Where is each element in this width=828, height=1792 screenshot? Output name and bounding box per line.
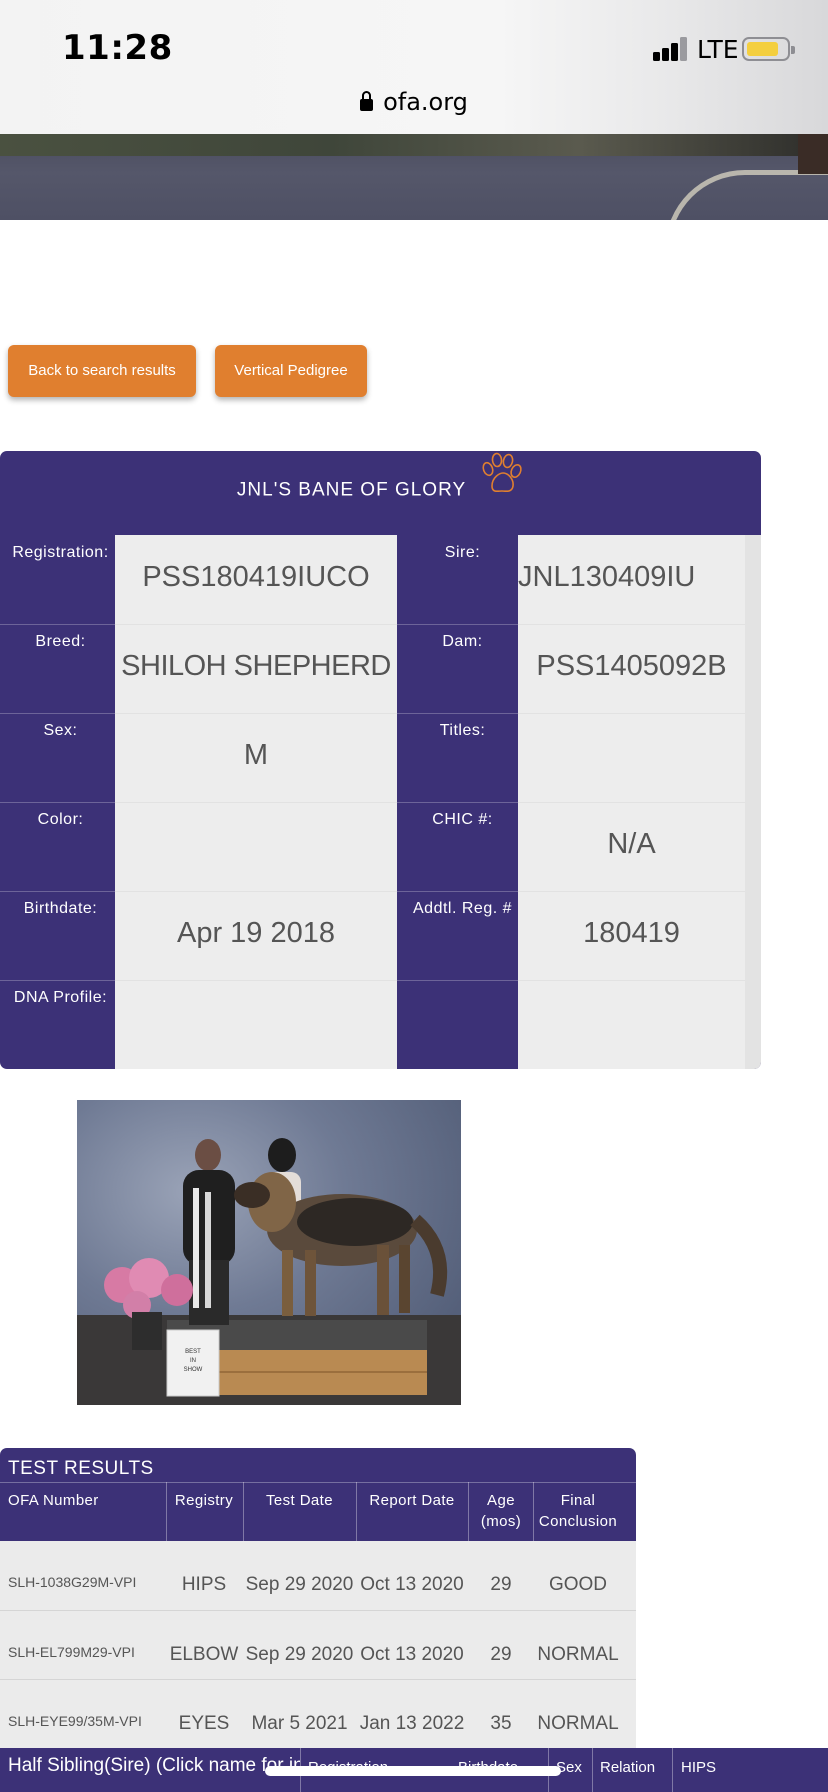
chic-label: CHIC #: [432, 811, 493, 828]
registration-label: Registration: [12, 544, 109, 561]
birthdate-label: Birthdate: [23, 900, 98, 917]
col-test-date: Test Date [266, 1492, 333, 1509]
dog-info-card: JNL'S BANE OF GLORY Registration: Breed:… [0, 451, 761, 1069]
back-to-search-button[interactable]: Back to search results [8, 345, 196, 397]
lock-icon [360, 91, 374, 111]
dna-profile-label: DNA Profile: [13, 989, 108, 1006]
conclusion-cell: NORMAL [537, 1713, 619, 1734]
addtl-reg-value: 180419 [583, 917, 680, 949]
dam-link[interactable]: PSS1405092B [518, 650, 745, 683]
conclusion-cell: GOOD [548, 1574, 608, 1595]
age-cell: 29 [490, 1574, 512, 1595]
sire-link[interactable]: JNL130409IU [518, 561, 695, 594]
ofa-number-link[interactable]: SLH-EYE99/35M-VPI [8, 1713, 142, 1729]
status-time: 11:28 [62, 28, 173, 68]
test-results-table: TEST RESULTS OFA Number Registry Test Da… [0, 1448, 636, 1759]
col-report-date: Report Date [369, 1492, 455, 1509]
sire-label: Sire: [444, 544, 481, 561]
vertical-pedigree-button[interactable]: Vertical Pedigree [215, 345, 367, 397]
dog-photo: BEST IN SHOW [77, 1100, 461, 1405]
dog-name-header: JNL'S BANE OF GLORY [0, 451, 761, 535]
report-date-cell: Jan 13 2022 [359, 1713, 465, 1734]
color-label: Color: [37, 811, 84, 828]
svg-text:IN: IN [190, 1358, 196, 1364]
age-cell: 35 [490, 1713, 512, 1734]
registration-value: PSS180419IUCO [142, 561, 370, 593]
dam-label: Dam: [442, 633, 483, 650]
registry-cell: HIPS [181, 1574, 227, 1595]
report-date-cell: Oct 13 2020 [360, 1574, 464, 1595]
col-age: Age (mos) [480, 1492, 522, 1530]
address-bar[interactable]: ofa.org [0, 88, 828, 116]
col-final-conclusion: Final Conclusion [538, 1492, 618, 1530]
test-results-title: TEST RESULTS [8, 1458, 154, 1479]
test-date-cell: Mar 5 2021 [251, 1713, 348, 1734]
sib-col-relation: Relation [600, 1759, 656, 1776]
paw-icon [478, 451, 524, 530]
sex-value: M [243, 739, 269, 771]
dog-name: JNL'S BANE OF GLORY [236, 479, 466, 501]
battery-icon [742, 37, 795, 61]
breed-value: SHILOH SHEPHERD [121, 650, 391, 682]
svg-text:SHOW: SHOW [184, 1367, 203, 1373]
report-date-cell: Oct 13 2020 [360, 1644, 464, 1665]
signal-icon [653, 37, 687, 61]
conclusion-cell: NORMAL [537, 1644, 619, 1665]
ofa-number-link[interactable]: SLH-EL799M29-VPI [8, 1644, 135, 1660]
sib-col-hips: HIPS [681, 1759, 717, 1776]
test-results-header: TEST RESULTS OFA Number Registry Test Da… [0, 1448, 636, 1541]
age-cell: 29 [490, 1644, 512, 1665]
header-banner-image [0, 134, 828, 220]
breed-label: Breed: [35, 633, 86, 650]
home-indicator[interactable] [265, 1766, 561, 1776]
ofa-number-link[interactable]: SLH-1038G29M-VPI [8, 1574, 136, 1590]
addtl-reg-label: Addtl. Reg. # [413, 900, 512, 917]
browser-chrome: 11:28 LTE ofa.org [0, 0, 828, 134]
col-registry: Registry [174, 1492, 234, 1509]
network-label: LTE [697, 35, 739, 64]
registry-cell: ELBOW [169, 1644, 239, 1665]
birthdate-value: Apr 19 2018 [176, 917, 335, 949]
chic-value: N/A [607, 828, 656, 860]
titles-label: Titles: [439, 722, 486, 739]
test-date-cell: Sep 29 2020 [245, 1644, 354, 1665]
test-date-cell: Sep 29 2020 [245, 1574, 354, 1595]
registry-cell: EYES [178, 1713, 230, 1734]
col-ofa-number: OFA Number [8, 1492, 99, 1509]
sex-label: Sex: [43, 722, 78, 739]
svg-text:BEST: BEST [185, 1349, 201, 1355]
url-text: ofa.org [383, 88, 468, 116]
